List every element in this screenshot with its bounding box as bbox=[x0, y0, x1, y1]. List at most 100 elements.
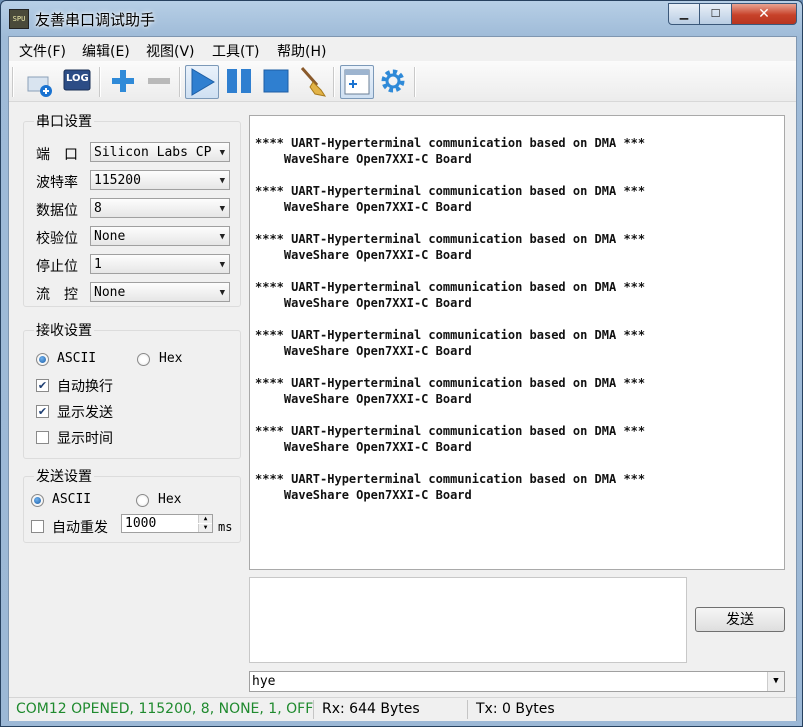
receive-line: WaveShare Open7XXI-C Board bbox=[255, 392, 472, 406]
receive-ascii-radio[interactable] bbox=[36, 353, 49, 366]
toolbar-separator bbox=[12, 67, 14, 97]
baud-value: 115200 bbox=[94, 173, 141, 188]
chevron-down-icon: ▼ bbox=[219, 288, 225, 298]
app-icon: SPU bbox=[9, 9, 29, 29]
show-time-checkbox[interactable] bbox=[36, 431, 49, 444]
receive-line: WaveShare Open7XXI-C Board bbox=[255, 296, 472, 310]
menu-help[interactable]: 帮助(H) bbox=[277, 41, 326, 61]
receive-line: WaveShare Open7XXI-C Board bbox=[255, 344, 472, 358]
menu-file[interactable]: 文件(F) bbox=[19, 41, 66, 61]
pause-icon[interactable] bbox=[223, 65, 255, 97]
receive-line: WaveShare Open7XXI-C Board bbox=[255, 488, 472, 502]
auto-resend-checkbox[interactable] bbox=[31, 520, 44, 533]
chevron-down-icon: ▼ bbox=[219, 260, 225, 270]
receive-text-area[interactable]: **** UART-Hyperterminal communication ba… bbox=[249, 115, 785, 570]
receive-line: **** UART-Hyperterminal communication ba… bbox=[255, 328, 646, 342]
close-button[interactable]: ✕ bbox=[731, 3, 797, 25]
auto-wrap-checkbox[interactable]: ✔ bbox=[36, 379, 49, 392]
stepper-down-icon[interactable]: ▼ bbox=[198, 524, 212, 532]
chevron-down-icon: ▼ bbox=[219, 176, 225, 186]
chevron-down-icon[interactable]: ▼ bbox=[767, 672, 784, 691]
send-ascii-label: ASCII bbox=[52, 492, 92, 507]
receive-line: **** UART-Hyperterminal communication ba… bbox=[255, 424, 646, 438]
minimize-button[interactable]: ▁ bbox=[668, 3, 700, 25]
status-bar: COM12 OPENED, 115200, 8, NONE, 1, OFF Rx… bbox=[9, 697, 796, 721]
toolbar-separator bbox=[179, 67, 181, 97]
stopbits-label: 停止位 bbox=[36, 259, 78, 275]
receive-ascii-label: ASCII bbox=[57, 351, 97, 366]
menu-edit[interactable]: 编辑(E) bbox=[82, 41, 130, 61]
chevron-down-icon: ▼ bbox=[219, 204, 225, 214]
maximize-button[interactable]: ☐ bbox=[699, 3, 732, 25]
chevron-down-icon: ▼ bbox=[219, 148, 225, 158]
show-send-label: 显示发送 bbox=[57, 405, 113, 421]
add-window-icon[interactable] bbox=[340, 65, 374, 99]
show-time-label: 显示时间 bbox=[57, 431, 113, 447]
receive-line: **** UART-Hyperterminal communication ba… bbox=[255, 280, 646, 294]
broom-icon[interactable] bbox=[297, 65, 329, 97]
port-label: 端 口 bbox=[36, 147, 78, 163]
interval-stepper[interactable]: 1000 ▲ ▼ bbox=[121, 514, 213, 533]
flow-value: None bbox=[94, 285, 126, 300]
flow-label: 流 控 bbox=[36, 287, 78, 303]
menu-view[interactable]: 视图(V) bbox=[146, 41, 195, 61]
port-select[interactable]: Silicon Labs CP ▼ bbox=[90, 142, 230, 162]
toolbar-separator bbox=[414, 67, 416, 97]
receive-line: WaveShare Open7XXI-C Board bbox=[255, 248, 472, 262]
receive-line: **** UART-Hyperterminal communication ba… bbox=[255, 232, 646, 246]
send-text-area[interactable] bbox=[249, 577, 687, 663]
databits-select[interactable]: 8 ▼ bbox=[90, 198, 230, 218]
send-ascii-radio[interactable] bbox=[31, 494, 44, 507]
flow-select[interactable]: None ▼ bbox=[90, 282, 230, 302]
receive-hex-radio[interactable] bbox=[137, 353, 150, 366]
receive-hex-label: Hex bbox=[159, 351, 183, 366]
stopbits-select[interactable]: 1 ▼ bbox=[90, 254, 230, 274]
receive-line: WaveShare Open7XXI-C Board bbox=[255, 152, 472, 166]
status-separator bbox=[467, 700, 468, 719]
stopbits-value: 1 bbox=[94, 257, 102, 272]
parity-select[interactable]: None ▼ bbox=[90, 226, 230, 246]
window-title: 友善串口调试助手 bbox=[35, 11, 156, 29]
log-icon[interactable]: LOG bbox=[61, 65, 93, 97]
app-window: SPU 友善串口调试助手 ▁ ☐ ✕ 文件(F) 编辑(E) 视图(V) 工具(… bbox=[0, 0, 803, 727]
log-icon-label: LOG bbox=[66, 73, 89, 84]
receive-settings-group: 接收设置 ASCII Hex ✔ 自动换行 ✔ 显示发送 显示时间 bbox=[23, 320, 241, 459]
receive-settings-title: 接收设置 bbox=[34, 320, 94, 340]
interval-value: 1000 bbox=[125, 516, 157, 531]
port-value: Silicon Labs CP bbox=[94, 145, 212, 160]
databits-label: 数据位 bbox=[36, 203, 78, 219]
send-hex-radio[interactable] bbox=[136, 494, 149, 507]
receive-line: WaveShare Open7XXI-C Board bbox=[255, 200, 472, 214]
parity-label: 校验位 bbox=[36, 231, 78, 247]
play-icon[interactable] bbox=[185, 65, 219, 99]
auto-resend-label: 自动重发 bbox=[52, 520, 108, 536]
receive-line: **** UART-Hyperterminal communication ba… bbox=[255, 376, 646, 390]
receive-line: WaveShare Open7XXI-C Board bbox=[255, 440, 472, 454]
title-bar[interactable]: SPU 友善串口调试助手 ▁ ☐ ✕ bbox=[1, 1, 802, 35]
receive-line: **** UART-Hyperterminal communication ba… bbox=[255, 472, 646, 486]
interval-unit: ms bbox=[218, 520, 233, 534]
baud-select[interactable]: 115200 ▼ bbox=[90, 170, 230, 190]
client-area: 文件(F) 编辑(E) 视图(V) 工具(T) 帮助(H) LOG 串口设置 端… bbox=[8, 36, 797, 721]
tx-count: Tx: 0 Bytes bbox=[476, 701, 555, 717]
receive-line: **** UART-Hyperterminal communication ba… bbox=[255, 184, 646, 198]
new-session-icon[interactable] bbox=[23, 65, 55, 97]
send-button[interactable]: 发送 bbox=[695, 607, 785, 632]
stop-icon[interactable] bbox=[260, 65, 292, 97]
toolbar-separator bbox=[333, 67, 335, 97]
menu-tools[interactable]: 工具(T) bbox=[212, 41, 259, 61]
stepper-up-icon[interactable]: ▲ bbox=[198, 515, 212, 523]
chevron-down-icon: ▼ bbox=[219, 232, 225, 242]
port-status: COM12 OPENED, 115200, 8, NONE, 1, OFF bbox=[16, 701, 313, 717]
send-history-value: hye bbox=[252, 674, 276, 689]
toolbar-separator bbox=[99, 67, 101, 97]
add-icon[interactable] bbox=[107, 65, 139, 97]
baud-label: 波特率 bbox=[36, 175, 78, 191]
show-send-checkbox[interactable]: ✔ bbox=[36, 405, 49, 418]
send-settings-title: 发送设置 bbox=[34, 466, 94, 486]
remove-icon[interactable] bbox=[143, 65, 175, 97]
auto-wrap-label: 自动换行 bbox=[57, 379, 113, 395]
send-history-combo[interactable]: hye ▼ bbox=[249, 671, 785, 692]
gear-icon[interactable] bbox=[377, 65, 409, 97]
serial-settings-title: 串口设置 bbox=[34, 111, 94, 131]
